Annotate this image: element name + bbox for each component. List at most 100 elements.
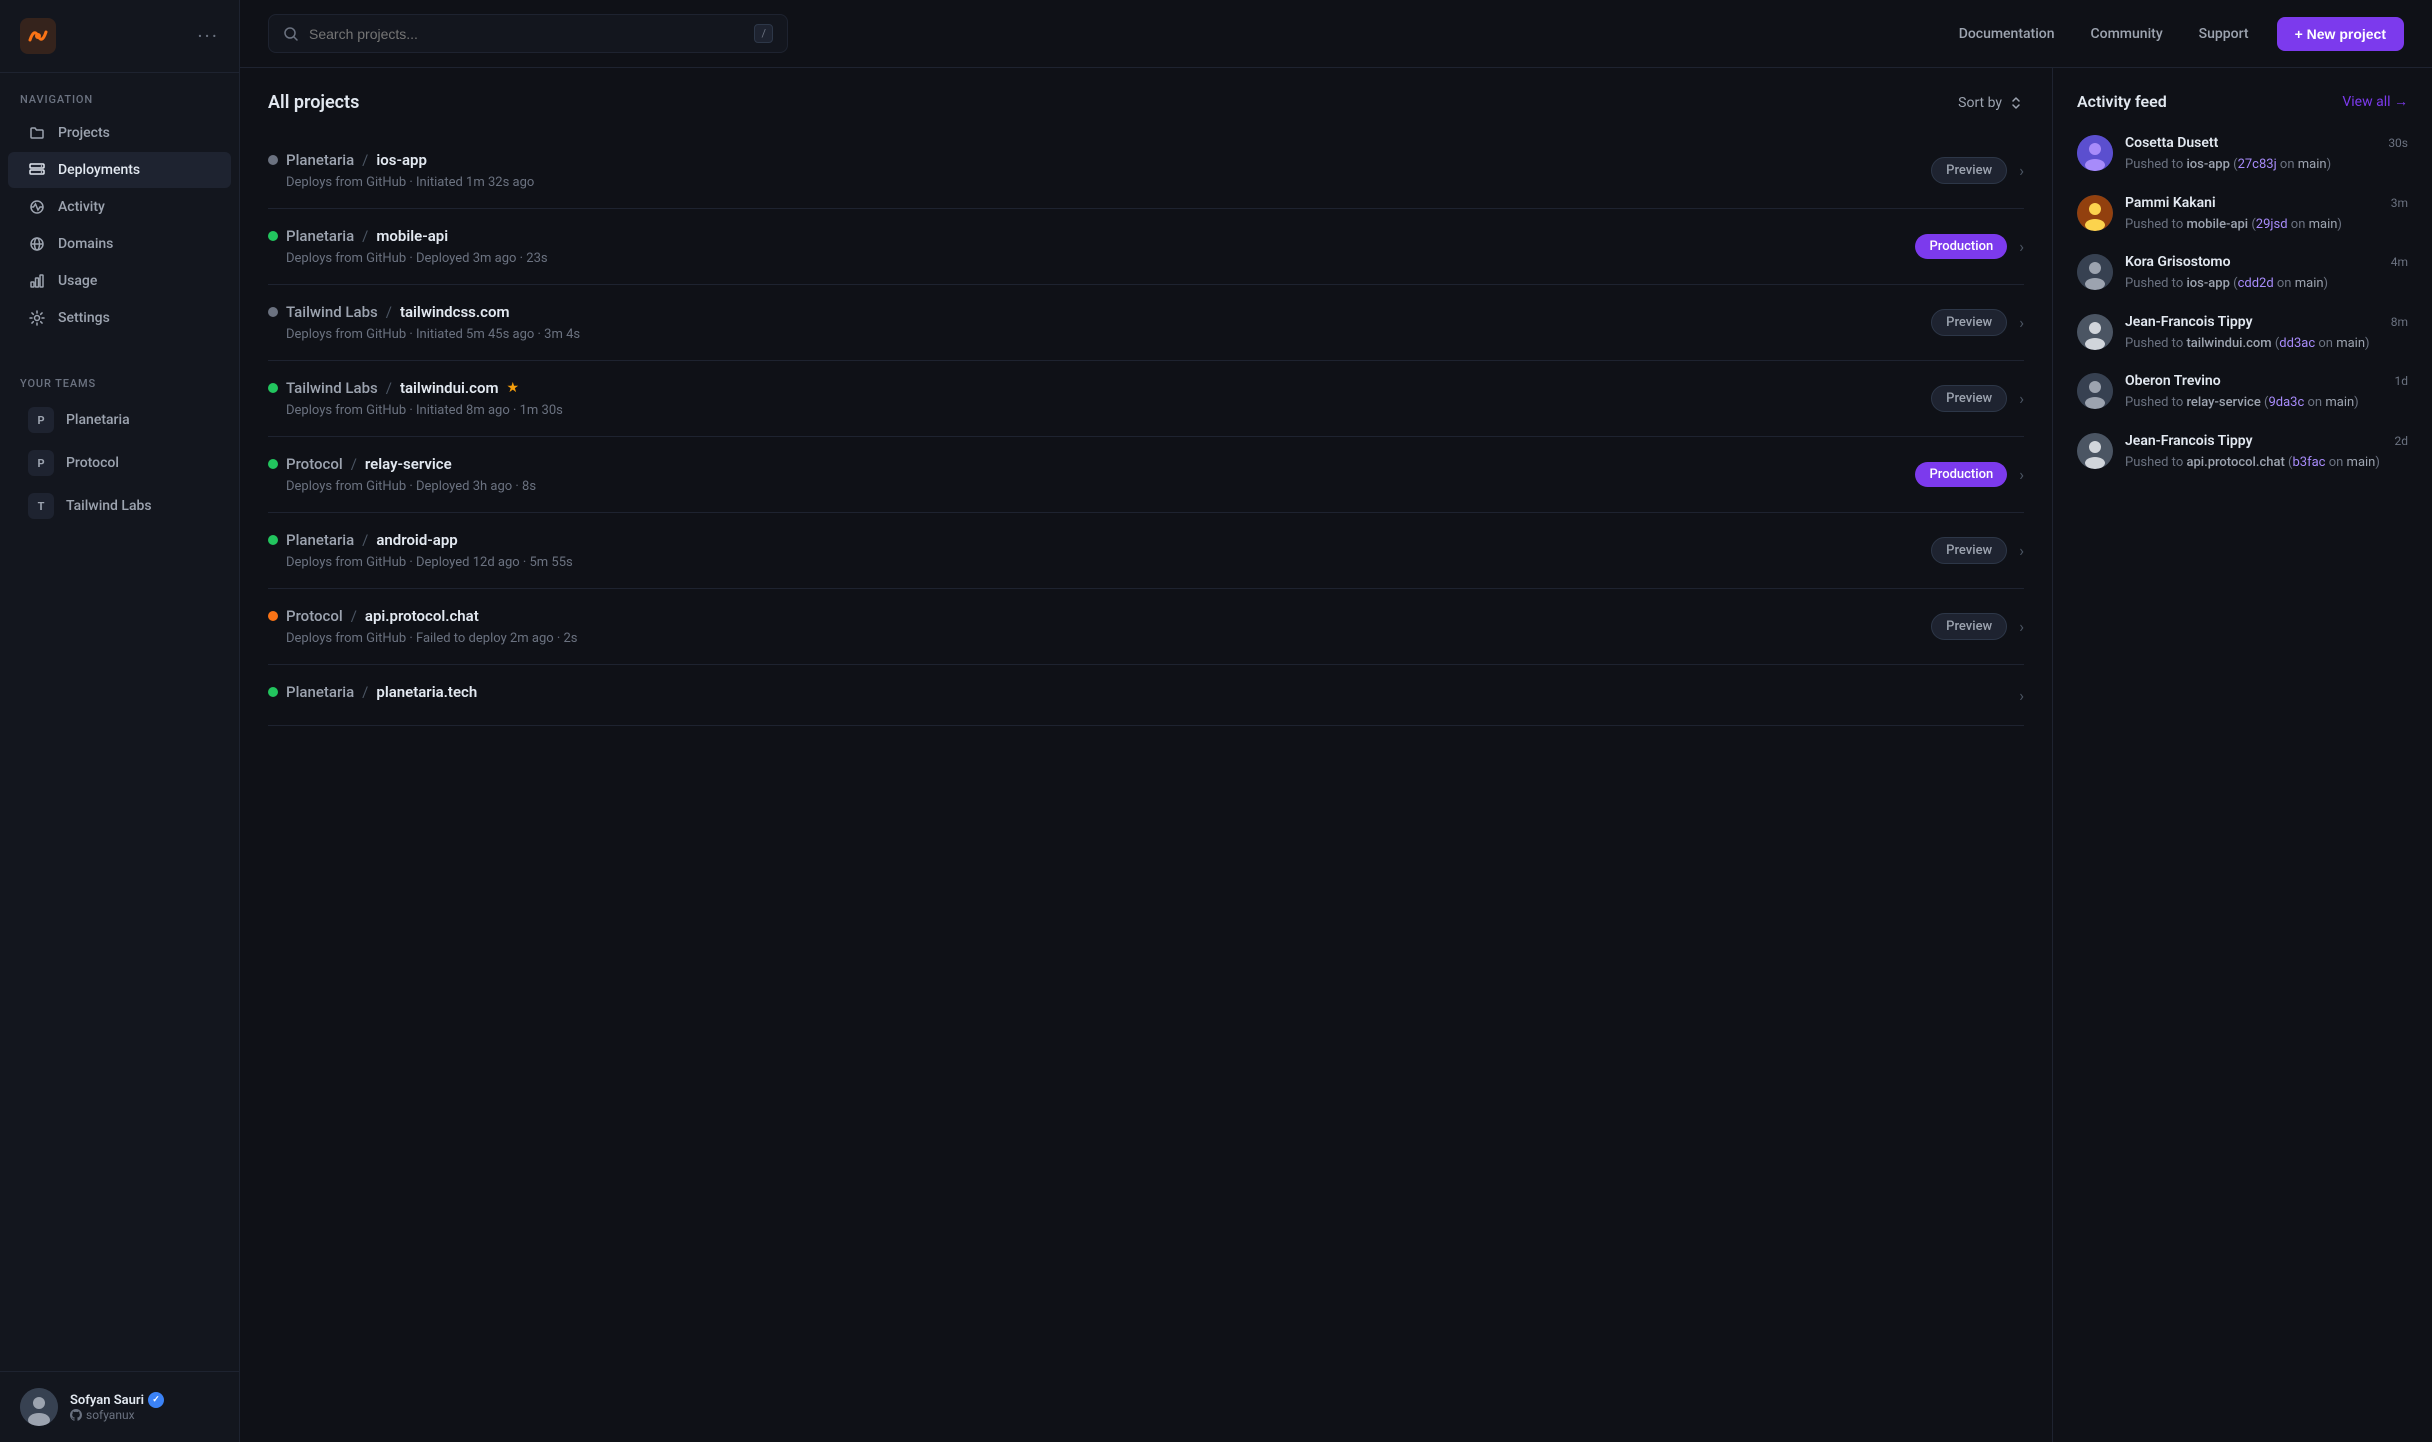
status-dot — [268, 611, 278, 621]
status-dot — [268, 535, 278, 545]
new-project-button[interactable]: + New project — [2277, 17, 2404, 51]
view-all-link[interactable]: View all → — [2342, 93, 2408, 110]
team-item-tailwind[interactable]: T Tailwind Labs — [8, 485, 231, 527]
table-row[interactable]: Planetaria / android-app Deploys from Gi… — [268, 513, 2024, 589]
activity-desc: Pushed to mobile-api (29jsd on main) — [2125, 215, 2408, 235]
chevron-updown-icon — [2008, 95, 2024, 111]
chevron-right-icon: › — [2019, 313, 2024, 332]
search-icon — [283, 26, 299, 42]
project-info: Planetaria / ios-app Deploys from GitHub… — [268, 151, 1931, 190]
bar-chart-icon — [28, 272, 46, 290]
project-repo: ios-app — [376, 151, 427, 169]
project-name-line: Planetaria / planetaria.tech — [268, 683, 2019, 701]
sidebar-item-projects[interactable]: Projects — [8, 115, 231, 151]
activity-time: 4m — [2391, 255, 2408, 269]
sidebar-item-usage[interactable]: Usage — [8, 263, 231, 299]
status-dot — [268, 155, 278, 165]
activity-name-row: Pammi Kakani 3m — [2125, 195, 2408, 211]
topbar-nav: Documentation Community Support + New pr… — [1943, 17, 2404, 51]
project-name-line: Protocol / relay-service — [268, 455, 1915, 473]
sidebar-item-label: Activity — [58, 199, 105, 215]
activity-desc: Pushed to tailwindui.com (dd3ac on main) — [2125, 334, 2408, 354]
project-info: Planetaria / mobile-api Deploys from Git… — [268, 227, 1915, 266]
project-info: Planetaria / planetaria.tech — [268, 683, 2019, 707]
project-team: Tailwind Labs — [286, 379, 378, 397]
project-info: Planetaria / android-app Deploys from Gi… — [268, 531, 1931, 570]
avatar — [2077, 314, 2113, 350]
user-profile[interactable]: Sofyan Sauri ✓ sofyanux — [0, 1371, 239, 1442]
table-row[interactable]: Planetaria / mobile-api Deploys from Git… — [268, 209, 2024, 285]
project-name-line: Planetaria / ios-app — [268, 151, 1931, 169]
project-meta: Deploys from GitHub · Initiated 5m 45s a… — [268, 327, 1931, 342]
sidebar-item-label: Projects — [58, 125, 110, 141]
activity-name: Jean-Francois Tippy — [2125, 314, 2253, 330]
sidebar-item-activity[interactable]: Activity — [8, 189, 231, 225]
project-team: Planetaria — [286, 227, 354, 245]
community-link[interactable]: Community — [2075, 18, 2179, 50]
activity-name-row: Cosetta Dusett 30s — [2125, 135, 2408, 151]
team-avatar-tailwind: T — [28, 493, 54, 519]
activity-content: Pammi Kakani 3m Pushed to mobile-api (29… — [2125, 195, 2408, 235]
project-meta: Deploys from GitHub · Deployed 3m ago · … — [268, 251, 1915, 266]
documentation-link[interactable]: Documentation — [1943, 18, 2071, 50]
chevron-right-icon: › — [2019, 161, 2024, 180]
status-dot — [268, 307, 278, 317]
search-bar[interactable]: / — [268, 14, 788, 53]
status-badge: Preview — [1931, 385, 2007, 412]
avatar — [2077, 433, 2113, 469]
table-row[interactable]: Tailwind Labs / tailwindcss.com Deploys … — [268, 285, 2024, 361]
project-info: Tailwind Labs / tailwindui.com ★ Deploys… — [268, 379, 1931, 418]
sidebar: ··· Navigation Projects Deploym — [0, 0, 240, 1442]
avatar — [2077, 135, 2113, 171]
server-icon — [28, 161, 46, 179]
sidebar-item-settings[interactable]: Settings — [8, 300, 231, 336]
activity-panel: Activity feed View all → Cosetta Dusett … — [2052, 68, 2432, 1442]
status-badge: Preview — [1931, 309, 2007, 336]
gear-icon — [28, 309, 46, 327]
sidebar-top: ··· — [0, 0, 239, 73]
activity-time: 2d — [2394, 434, 2408, 448]
project-meta: Deploys from GitHub · Deployed 12d ago ·… — [268, 555, 1931, 570]
project-repo: planetaria.tech — [376, 683, 477, 701]
chevron-right-icon: › — [2019, 686, 2024, 705]
team-item-protocol[interactable]: P Protocol — [8, 442, 231, 484]
table-row[interactable]: Planetaria / planetaria.tech › — [268, 665, 2024, 726]
sidebar-more-button[interactable]: ··· — [197, 24, 219, 48]
activity-time: 1d — [2394, 374, 2408, 388]
project-team: Protocol — [286, 455, 343, 473]
project-repo: relay-service — [365, 455, 452, 473]
sidebar-item-domains[interactable]: Domains — [8, 226, 231, 262]
content-area: All projects Sort by Planetaria / ios-a — [240, 68, 2432, 1442]
team-item-planetaria[interactable]: P Planetaria — [8, 399, 231, 441]
activity-content: Cosetta Dusett 30s Pushed to ios-app (27… — [2125, 135, 2408, 175]
project-meta: Deploys from GitHub · Deployed 3h ago · … — [268, 479, 1915, 494]
table-row[interactable]: Protocol / relay-service Deploys from Gi… — [268, 437, 2024, 513]
activity-name: Pammi Kakani — [2125, 195, 2216, 211]
table-row[interactable]: Planetaria / ios-app Deploys from GitHub… — [268, 133, 2024, 209]
project-info: Protocol / api.protocol.chat Deploys fro… — [268, 607, 1931, 646]
activity-name-row: Jean-Francois Tippy 2d — [2125, 433, 2408, 449]
status-dot — [268, 459, 278, 469]
project-name-line: Tailwind Labs / tailwindcss.com — [268, 303, 1931, 321]
project-meta: Deploys from GitHub · Failed to deploy 2… — [268, 631, 1931, 646]
sort-by-button[interactable]: Sort by — [1958, 95, 2024, 111]
status-badge: Production — [1915, 234, 2007, 259]
status-badge: Production — [1915, 462, 2007, 487]
status-dot — [268, 231, 278, 241]
support-link[interactable]: Support — [2183, 18, 2265, 50]
teams-label: Your teams — [0, 357, 239, 398]
table-row[interactable]: Tailwind Labs / tailwindui.com ★ Deploys… — [268, 361, 2024, 437]
avatar — [20, 1388, 58, 1426]
project-info: Tailwind Labs / tailwindcss.com Deploys … — [268, 303, 1931, 342]
chevron-right-icon: › — [2019, 389, 2024, 408]
user-handle: sofyanux — [70, 1408, 219, 1422]
search-input[interactable] — [309, 26, 744, 42]
activity-time: 30s — [2388, 136, 2408, 150]
table-row[interactable]: Protocol / api.protocol.chat Deploys fro… — [268, 589, 2024, 665]
project-repo: tailwindui.com — [400, 379, 499, 397]
avatar — [2077, 373, 2113, 409]
list-item: Oberon Trevino 1d Pushed to relay-servic… — [2077, 373, 2408, 413]
navigation-label: Navigation — [0, 73, 239, 114]
team-label-tailwind: Tailwind Labs — [66, 498, 152, 514]
sidebar-item-deployments[interactable]: Deployments — [8, 152, 231, 188]
